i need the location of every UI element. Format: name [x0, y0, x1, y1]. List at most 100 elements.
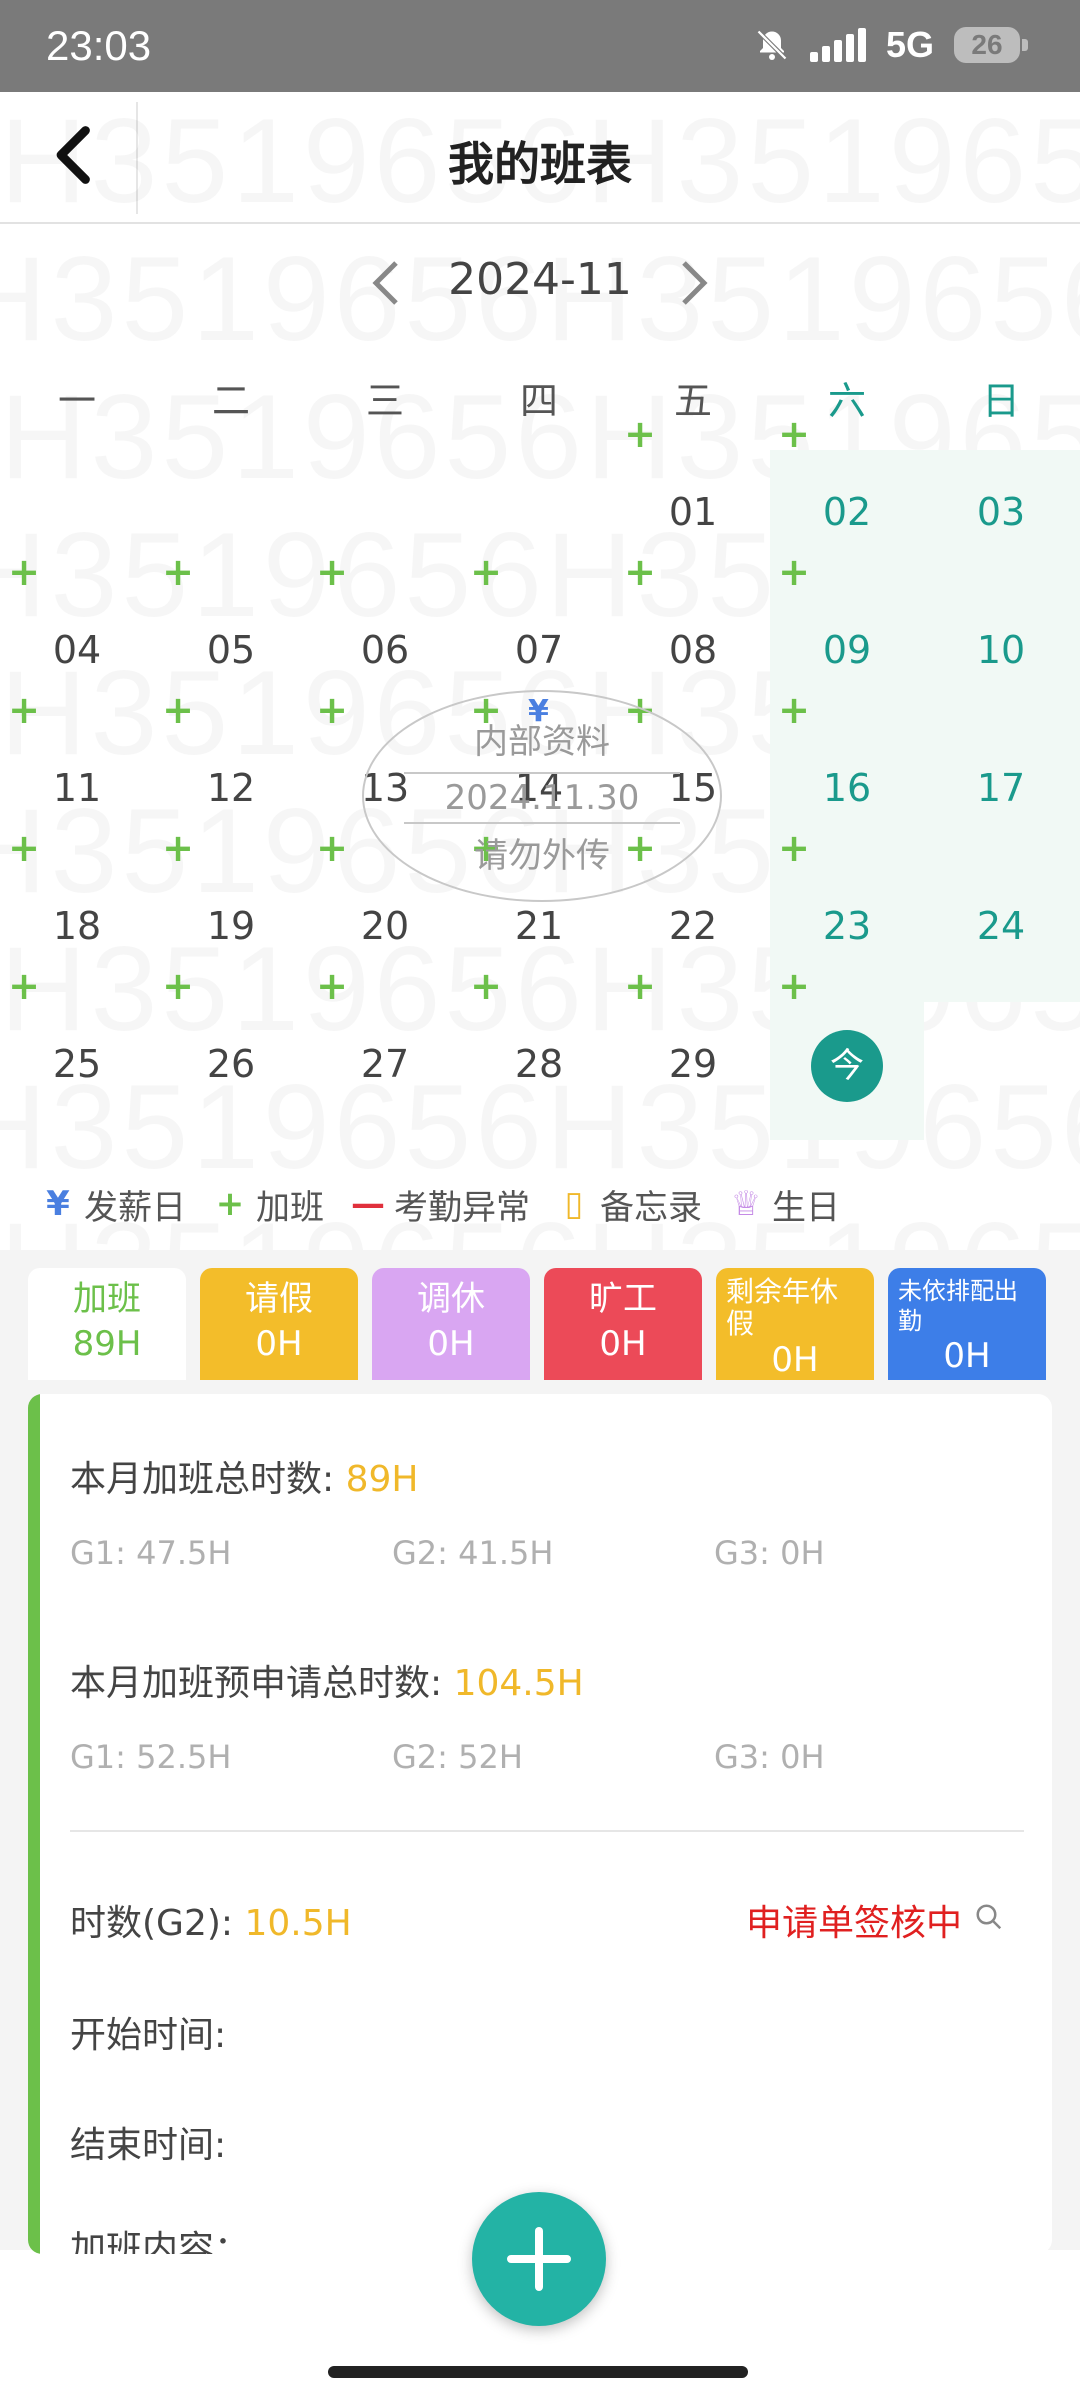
tab-remaining-annual-leave[interactable]: 剩余年休假 0H: [716, 1268, 874, 1380]
calendar-day[interactable]: 28: [462, 1042, 616, 1086]
monthly-overtime-preapply: 本月加班预申请总时数: 104.5H: [70, 1663, 584, 1704]
calendar-day[interactable]: 04: [0, 628, 154, 672]
overtime-plus-icon: +: [624, 964, 656, 1008]
signal-icon: [809, 28, 866, 62]
plus-legend-icon: +: [215, 1184, 245, 1224]
total-g3: G3: 0H: [714, 1534, 825, 1572]
overtime-plus-icon: +: [316, 688, 348, 732]
calendar-day[interactable]: 07: [462, 628, 616, 672]
apply-g3: G3: 0H: [714, 1738, 825, 1776]
weekday-thu: 四: [519, 379, 558, 423]
cake-legend-icon: ♕: [730, 1184, 762, 1224]
legend-overtime: + 加班: [212, 1180, 324, 1229]
calendar-day[interactable]: 17: [924, 766, 1078, 810]
dash-legend-icon: —: [351, 1184, 385, 1224]
record-hours-value: 10.5H: [244, 1903, 352, 1944]
record-reason: 加班内容：…: [70, 2229, 287, 2254]
weekday-tue: 二: [211, 379, 250, 423]
weekday-header: 一 二 三 四 五 六 日: [0, 370, 1080, 430]
card-divider: [70, 1830, 1024, 1832]
overtime-plus-icon: +: [8, 688, 40, 732]
overtime-plus-icon: +: [624, 550, 656, 594]
overtime-plus-icon: +: [162, 964, 194, 1008]
calendar-legend: ¥ 发薪日 + 加班 — 考勤异常 ▯ 备忘录 ♕ 生日: [40, 1176, 1040, 1232]
calendar-day[interactable]: 18: [0, 904, 154, 948]
calendar-day[interactable]: 21: [462, 904, 616, 948]
calendar-day[interactable]: 27: [308, 1042, 462, 1086]
network-label: 5G: [885, 24, 934, 65]
overtime-plus-icon: +: [470, 550, 502, 594]
tab-overtime[interactable]: 加班 89H: [28, 1268, 186, 1380]
add-button[interactable]: [472, 2192, 606, 2326]
legend-payday: ¥ 发薪日: [40, 1180, 186, 1229]
calendar-day[interactable]: 09: [770, 628, 924, 672]
calendar-day[interactable]: 12: [154, 766, 308, 810]
overtime-plus-icon: +: [778, 964, 810, 1008]
apply-g1: G1: 52.5H: [70, 1738, 232, 1776]
calendar-day[interactable]: 03: [924, 490, 1078, 534]
calendar-day[interactable]: 11: [0, 766, 154, 810]
legend-birthday: ♕ 生日: [728, 1180, 840, 1229]
monthly-overtime-total-value: 89H: [345, 1459, 419, 1500]
overtime-plus-icon: +: [624, 412, 656, 456]
calendar-day[interactable]: 29: [616, 1042, 770, 1086]
calendar-day[interactable]: 01: [616, 490, 770, 534]
month-label: 2024-11: [448, 254, 632, 305]
calendar-day[interactable]: 23: [770, 904, 924, 948]
monthly-overtime-preapply-value: 104.5H: [453, 1663, 584, 1704]
search-icon[interactable]: [974, 1902, 1004, 1932]
battery-icon: 26: [954, 27, 1028, 63]
apply-g2: G2: 52H: [392, 1738, 523, 1776]
calendar-day[interactable]: 02: [770, 490, 924, 534]
calendar-day[interactable]: 24: [924, 904, 1078, 948]
weekday-sun: 日: [981, 379, 1020, 423]
mute-bell-icon: [756, 29, 788, 61]
overtime-plus-icon: +: [162, 826, 194, 870]
tab-unscheduled-attendance[interactable]: 未依排配出勤 0H: [888, 1268, 1046, 1380]
overtime-plus-icon: +: [470, 964, 502, 1008]
calendar-day[interactable]: 05: [154, 628, 308, 672]
stamp-line-3: 请勿外传: [474, 836, 610, 876]
calendar-day[interactable]: 10: [924, 628, 1078, 672]
tab-compensatory-leave[interactable]: 调休 0H: [372, 1268, 530, 1380]
tab-absenteeism[interactable]: 旷工 0H: [544, 1268, 702, 1380]
calendar-day[interactable]: 19: [154, 904, 308, 948]
weekday-mon: 一: [57, 379, 96, 423]
overtime-plus-icon: +: [8, 826, 40, 870]
status-icons: 5G 26: [754, 24, 1028, 66]
battery-level: 26: [971, 29, 1003, 60]
page-header: 我的班表: [0, 92, 1080, 224]
stamp-line-2: 2024.11.30: [444, 778, 640, 818]
next-month-icon[interactable]: [674, 258, 714, 308]
month-navigator: 2024-11: [0, 240, 1080, 320]
status-time: 23:03: [46, 22, 152, 69]
legend-memo: ▯ 备忘录: [556, 1180, 702, 1229]
calendar-day[interactable]: 26: [154, 1042, 308, 1086]
memo-legend-icon: ▯: [564, 1184, 584, 1224]
calendar-day[interactable]: 20: [308, 904, 462, 948]
overtime-plus-icon: +: [778, 550, 810, 594]
payday-legend-icon: ¥: [46, 1184, 70, 1224]
calendar-day[interactable]: 06: [308, 628, 462, 672]
status-bar: 23:03 5G 26: [0, 0, 1080, 92]
overtime-plus-icon: +: [8, 964, 40, 1008]
monthly-overtime-total: 本月加班总时数: 89H: [70, 1459, 419, 1500]
payday-icon: ¥: [528, 694, 549, 729]
overtime-plus-icon: +: [162, 688, 194, 732]
record-status[interactable]: 申请单签核中: [746, 1894, 962, 1946]
calendar-day[interactable]: 25: [0, 1042, 154, 1086]
overtime-plus-icon: +: [162, 550, 194, 594]
today-marker[interactable]: 今: [811, 1030, 883, 1102]
tab-leave[interactable]: 请假 0H: [200, 1268, 358, 1380]
overtime-plus-icon: +: [316, 964, 348, 1008]
record-end-time: 结束时间:: [70, 2125, 227, 2166]
overtime-plus-icon: +: [778, 688, 810, 732]
overtime-plus-icon: +: [778, 826, 810, 870]
calendar-day[interactable]: 16: [770, 766, 924, 810]
calendar-day[interactable]: 08: [616, 628, 770, 672]
legend-attendance-anomaly: — 考勤异常: [351, 1184, 530, 1228]
calendar-day[interactable]: 22: [616, 904, 770, 948]
overtime-plus-icon: +: [778, 412, 810, 456]
home-indicator[interactable]: [328, 2366, 748, 2378]
overtime-plus-icon: +: [8, 550, 40, 594]
